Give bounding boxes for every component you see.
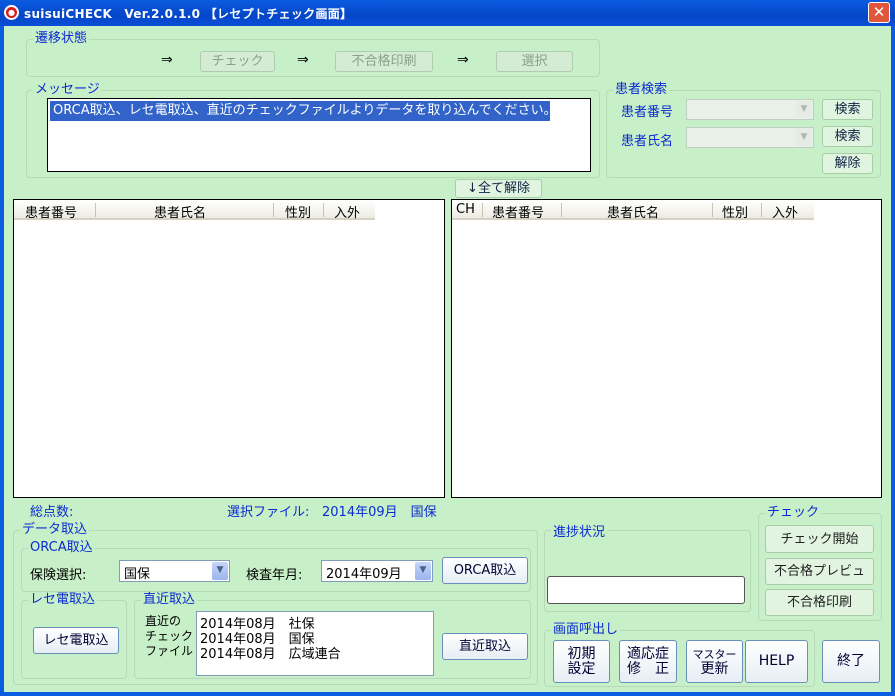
master-update-button[interactable]: マスター 更新 [686, 640, 743, 683]
total-points-label: 総点数: [30, 505, 74, 520]
help-button[interactable]: HELP [745, 640, 808, 683]
column-header[interactable]: 性別 [285, 202, 311, 221]
button-line: 適応症 [627, 645, 669, 662]
chevron-down-icon: ▼ [796, 101, 812, 118]
recent-label-line: ファイル [145, 644, 194, 658]
search-name-button[interactable]: 検索 [822, 126, 873, 147]
initial-settings-button[interactable]: 初期 設定 [553, 640, 610, 683]
month-value: 2014年09月 [326, 567, 402, 582]
data-import-legend: データ取込 [20, 522, 90, 538]
selected-file-value: 2014年09月 国保 [322, 505, 437, 520]
rece-import-legend: レセ電取込 [28, 592, 98, 608]
column-header[interactable]: 入外 [334, 202, 360, 221]
arrow-icon: ⇒ [457, 52, 469, 68]
column-header[interactable]: 患者番号 [25, 202, 77, 221]
button-line: 設定 [567, 660, 596, 677]
transition-check-button: チェック [200, 51, 275, 72]
orca-import-legend: ORCA取込 [28, 540, 95, 556]
insurance-value: 国保 [124, 567, 151, 582]
search-number-button[interactable]: 検索 [822, 99, 873, 120]
orca-import-button[interactable]: ORCA取込 [442, 557, 528, 584]
transition-select-button: 選択 [496, 51, 573, 72]
column-header[interactable]: 入外 [772, 202, 798, 221]
screens-legend: 画面呼出し [551, 622, 621, 638]
insurance-select[interactable]: 国保 ▼ [119, 560, 230, 582]
window-title: suisuiCHECK Ver.2.0.1.0 【レセプトチェック画面】 [24, 7, 353, 21]
message-box: ORCA取込、レセ電取込、直近のチェックファイルよりデータを取り込んでください。 [47, 98, 591, 172]
progress-bar [547, 576, 745, 604]
recent-import-legend: 直近取込 [141, 592, 198, 608]
list-item[interactable]: 2014年08月 広域連合 [200, 643, 341, 662]
clear-search-button[interactable]: 解除 [822, 153, 873, 174]
arrow-icon: ⇒ [161, 52, 173, 68]
column-header[interactable]: 性別 [722, 202, 748, 221]
indication-edit-button[interactable]: 適応症 修 正 [619, 640, 677, 683]
selected-file-label: 選択ファイル: [227, 505, 310, 520]
chevron-down-icon: ▼ [796, 129, 812, 146]
message-text: ORCA取込、レセ電取込、直近のチェックファイルよりデータを取り込んでください。 [50, 101, 550, 121]
left-patient-list[interactable]: 患者番号 患者氏名 性別 入外 [13, 199, 445, 498]
button-line: 更新 [700, 660, 729, 677]
patient-search-legend: 患者検索 [613, 82, 670, 98]
message-legend: メッセージ [33, 82, 102, 98]
right-patient-list[interactable]: CH 患者番号 患者氏名 性別 入外 [451, 199, 882, 498]
exit-button[interactable]: 終了 [822, 640, 880, 683]
progress-legend: 進捗状況 [551, 525, 608, 541]
title-bar: ● suisuiCHECK Ver.2.0.1.0 【レセプトチェック画面】 ✕ [0, 0, 895, 26]
patient-name-combo: ▼ [686, 127, 814, 148]
button-line: 修 正 [627, 660, 669, 677]
transition-fail-print-button: 不合格印刷 [335, 51, 433, 72]
clear-all-button[interactable]: ↓全て解除 [455, 179, 542, 198]
right-list-header: CH 患者番号 患者氏名 性別 入外 [452, 200, 814, 221]
patient-number-label: 患者番号 [621, 105, 674, 120]
month-select[interactable]: 2014年09月 ▼ [321, 560, 433, 582]
check-legend: チェック [765, 505, 822, 521]
button-line: マスター [692, 647, 737, 661]
column-header[interactable]: 患者氏名 [154, 202, 206, 221]
left-list-header: 患者番号 患者氏名 性別 入外 [14, 200, 375, 221]
fail-preview-button[interactable]: 不合格プレビュ [765, 558, 874, 585]
patient-name-label: 患者氏名 [621, 134, 674, 149]
arrow-icon: ⇒ [297, 52, 309, 68]
transition-legend: 遷移状態 [33, 31, 90, 47]
button-line: 初期 [567, 645, 596, 662]
column-header[interactable]: 患者氏名 [607, 202, 659, 221]
check-start-button[interactable]: チェック開始 [765, 525, 874, 553]
rece-import-button[interactable]: レセ電取込 [33, 627, 119, 654]
insurance-label: 保険選択: [30, 568, 87, 583]
column-header[interactable]: CH [456, 202, 475, 217]
patient-number-combo: ▼ [686, 99, 814, 120]
column-header[interactable]: 患者番号 [492, 202, 544, 221]
chevron-down-icon: ▼ [415, 562, 431, 580]
chevron-down-icon: ▼ [212, 562, 228, 580]
app-icon: ● [4, 5, 19, 20]
month-label: 検査年月: [246, 568, 303, 583]
recent-files-list[interactable]: 2014年08月 社保 2014年08月 国保 2014年08月 広域連合 [196, 611, 434, 676]
fail-print-button[interactable]: 不合格印刷 [765, 589, 874, 616]
recent-import-button[interactable]: 直近取込 [442, 633, 528, 660]
close-button[interactable]: ✕ [868, 2, 890, 23]
